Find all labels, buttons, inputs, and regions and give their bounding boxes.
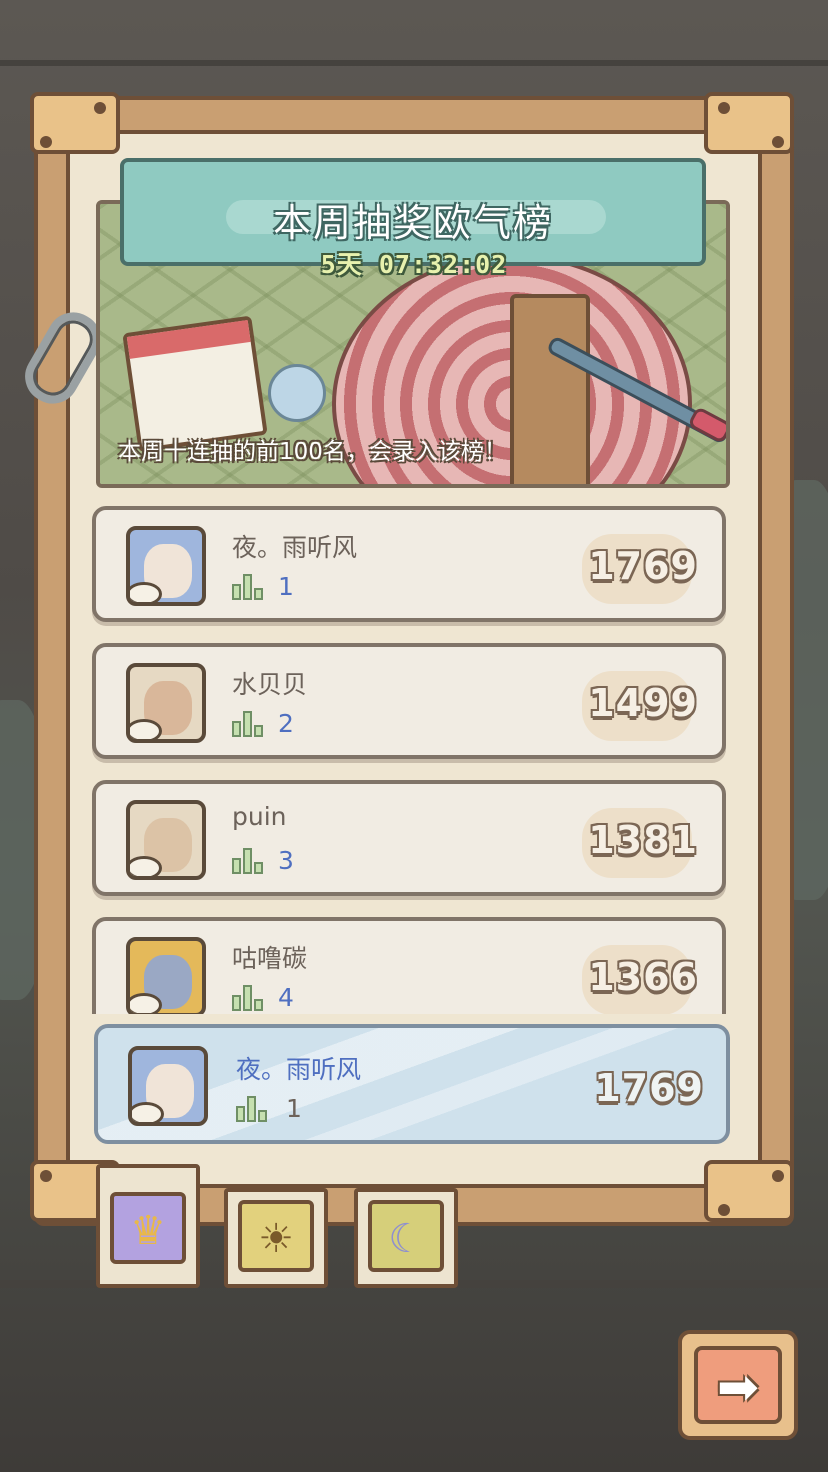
- leaderboard-list[interactable]: 夜。雨听风 1 1769 水贝贝 2 1499 puin 3 1381 咕噜碳 …: [90, 502, 730, 1014]
- podium-icon: [232, 572, 264, 600]
- arrow-right-icon: ➡: [717, 1358, 759, 1416]
- frame-corner-bottom-right: [704, 1160, 794, 1222]
- avatar[interactable]: [128, 1046, 208, 1126]
- score-value: 1769: [594, 1066, 704, 1110]
- tab-icon-frame: ☾: [368, 1200, 444, 1272]
- rank-number: 2: [278, 709, 294, 738]
- crown-icon: ♛: [130, 1208, 166, 1254]
- bolt-icon: [772, 1170, 784, 1182]
- score-value: 1366: [588, 955, 698, 999]
- tab-icon-frame: ☀: [238, 1200, 314, 1272]
- leaderboard-row[interactable]: 水贝贝 2 1499: [92, 643, 726, 759]
- frame-corner-top-right: [704, 92, 794, 154]
- leaderboard-row[interactable]: puin 3 1381: [92, 780, 726, 896]
- score-value: 1381: [588, 818, 698, 862]
- ball-icon: [268, 364, 326, 422]
- eye-icon: [130, 856, 162, 876]
- eye-icon: [130, 719, 162, 739]
- avatar[interactable]: [126, 937, 206, 1014]
- player-name: puin: [232, 802, 287, 831]
- podium-icon: [232, 983, 264, 1011]
- avatar[interactable]: [126, 800, 206, 880]
- player-name: 咕噜碳: [232, 944, 308, 973]
- eye-icon: [130, 993, 162, 1013]
- my-rank-entry[interactable]: 夜。雨听风 1 1769: [94, 1024, 730, 1144]
- tab-moon[interactable]: ☾: [354, 1188, 458, 1288]
- sun-face-icon: ☀: [258, 1216, 294, 1262]
- bolt-icon: [40, 136, 52, 148]
- page-title: 本周抽奖欧气榜: [272, 201, 553, 245]
- podium-icon: [236, 1094, 268, 1122]
- bolt-icon: [40, 1170, 52, 1182]
- player-name: 夜。雨听风: [232, 533, 358, 562]
- rank-number: 1: [286, 1094, 302, 1123]
- next-button[interactable]: ➡: [678, 1330, 798, 1440]
- bolt-icon: [772, 136, 784, 148]
- tab-icon-frame: ♛: [110, 1192, 186, 1264]
- score-value: 1499: [588, 681, 698, 725]
- wall-beam: [0, 60, 828, 66]
- bolt-icon: [718, 1204, 730, 1216]
- moon-face-icon: ☾: [388, 1216, 424, 1262]
- player-name: 水贝贝: [232, 670, 308, 699]
- player-name: 夜。雨听风: [236, 1055, 362, 1084]
- tab-weekly-lottery[interactable]: ♛: [96, 1164, 200, 1288]
- rank-number: 3: [278, 846, 294, 875]
- avatar[interactable]: [126, 663, 206, 743]
- countdown-timer: 5天 07:32:02: [320, 250, 508, 279]
- banner-note: 本周十连抽的前100名，会录入该榜！: [118, 439, 507, 465]
- eye-icon: [132, 1102, 164, 1122]
- wheel-stand: [510, 294, 590, 484]
- tab-sun[interactable]: ☀: [224, 1188, 328, 1288]
- rank-number: 4: [278, 983, 294, 1012]
- score-value: 1769: [588, 544, 698, 588]
- frame-corner-top-left: [30, 92, 120, 154]
- leaderboard-row[interactable]: 夜。雨听风 1 1769: [92, 506, 726, 622]
- rank-number: 1: [278, 572, 294, 601]
- bolt-icon: [718, 102, 730, 114]
- podium-icon: [232, 846, 264, 874]
- podium-icon: [232, 709, 264, 737]
- next-button-face: ➡: [694, 1346, 782, 1424]
- leaderboard-row[interactable]: 咕噜碳 4 1366: [92, 917, 726, 1014]
- avatar[interactable]: [126, 526, 206, 606]
- eye-icon: [130, 582, 162, 602]
- bolt-icon: [94, 102, 106, 114]
